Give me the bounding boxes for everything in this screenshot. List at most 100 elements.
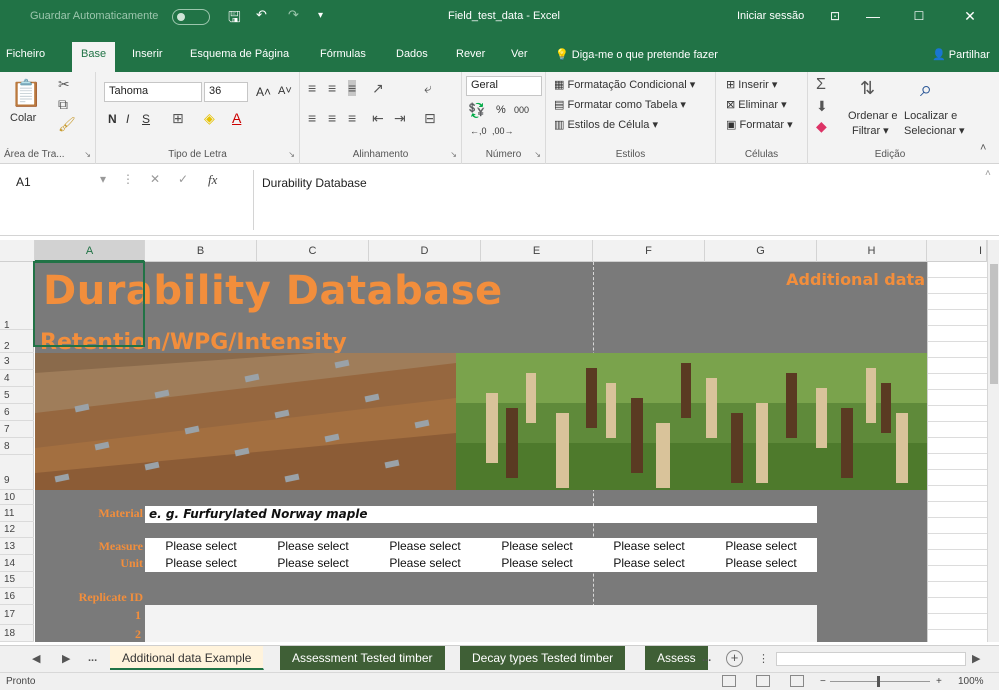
insert-function-icon[interactable]: fx (208, 172, 217, 188)
prev-sheet-icon[interactable]: ◀ (32, 652, 40, 665)
align-right-icon[interactable]: ≡ (348, 110, 356, 126)
column-header-a[interactable]: A (35, 240, 145, 262)
sheet-tab-assess[interactable]: Assess (645, 646, 709, 670)
row-header-6[interactable]: 6 (0, 404, 34, 421)
unit-select-d[interactable]: Please select (369, 556, 481, 570)
sort-filter-button[interactable]: Ordenar e (848, 110, 898, 122)
decrease-decimal-icon[interactable]: ,00→ (492, 126, 514, 136)
increase-indent-icon[interactable]: ⇥ (394, 110, 406, 127)
sheet-tab-assessment-tested-timber[interactable]: Assessment Tested timber (280, 646, 446, 670)
row-header-15[interactable]: 15 (0, 572, 34, 588)
column-header-c[interactable]: C (257, 240, 369, 262)
measure-select-c[interactable]: Please select (257, 539, 369, 553)
zoom-level[interactable]: 100% (958, 676, 984, 687)
unit-select-c[interactable]: Please select (257, 556, 369, 570)
row-header-9[interactable]: 9 (0, 455, 34, 490)
row-header-1[interactable]: 1 (0, 262, 34, 331)
column-header-f[interactable]: F (593, 240, 705, 262)
column-header-b[interactable]: B (145, 240, 257, 262)
row-header-14[interactable]: 14 (0, 555, 34, 572)
row-header-8[interactable]: 8 (0, 438, 34, 455)
undo-icon[interactable]: ↶ (256, 7, 267, 23)
align-top-icon[interactable]: ≡ (308, 80, 316, 96)
number-format-select[interactable]: Geral (466, 76, 542, 96)
row-header-17[interactable]: 17 (0, 605, 34, 625)
measure-select-f[interactable]: Please select (593, 539, 705, 553)
row-header-7[interactable]: 7 (0, 421, 34, 438)
font-size-select[interactable]: 36 (204, 82, 248, 102)
ribbon-display-options-icon[interactable]: ⊡ (820, 6, 850, 26)
horizontal-scrollbar[interactable] (776, 652, 966, 666)
tab-file[interactable]: Ficheiro (6, 48, 45, 60)
copy-icon[interactable]: ⧉ (58, 96, 68, 113)
measure-select-b[interactable]: Please select (145, 539, 257, 553)
enter-icon[interactable]: ✓ (178, 172, 188, 186)
vertical-scroll-thumb[interactable] (990, 264, 998, 384)
unit-select-e[interactable]: Please select (481, 556, 593, 570)
page-break-view-icon[interactable] (790, 675, 804, 687)
autosum-icon[interactable]: Σ (816, 76, 826, 94)
tab-insert[interactable]: Inserir (132, 48, 163, 60)
row-header-5[interactable]: 5 (0, 387, 34, 404)
column-header-h[interactable]: H (817, 240, 927, 262)
select-all-corner[interactable] (0, 240, 35, 262)
row-header-3[interactable]: 3 (0, 353, 34, 370)
percent-icon[interactable]: % (496, 104, 506, 116)
bold-icon[interactable]: N (108, 112, 117, 126)
column-header-i[interactable]: I (927, 240, 987, 262)
merge-center-icon[interactable]: ⊟ (424, 110, 436, 127)
underline-icon[interactable]: S (142, 112, 150, 126)
expand-formula-bar-icon[interactable]: ˄ (985, 168, 991, 179)
conditional-formatting-button[interactable]: ▦ Formatação Condicional ▾ (554, 78, 695, 91)
measure-select-d[interactable]: Please select (369, 539, 481, 553)
fill-icon[interactable]: ⬇ (816, 98, 828, 115)
wrap-text-icon[interactable]: ⤶ (424, 80, 432, 97)
number-launcher-icon[interactable]: ↘ (534, 150, 541, 159)
column-i-cells[interactable] (927, 262, 987, 642)
tab-view[interactable]: Ver (511, 48, 528, 60)
zoom-slider[interactable] (830, 676, 930, 687)
replicate-row-1[interactable] (145, 605, 817, 625)
unit-select-g[interactable]: Please select (705, 556, 817, 570)
orientation-icon[interactable]: ↗ (372, 80, 384, 97)
add-sheet-icon[interactable]: + (726, 650, 743, 667)
sort-filter-icon[interactable]: ⇅ (860, 78, 875, 99)
format-cells-button[interactable]: ▣ Formatar ▾ (726, 118, 793, 131)
tab-home[interactable]: Base (72, 42, 116, 72)
find-select-icon[interactable]: ⌕ (920, 76, 932, 102)
cut-icon[interactable]: ✂ (58, 76, 70, 93)
borders-icon[interactable]: ⊞ (172, 110, 184, 127)
tab-split-handle[interactable]: ⋮ (758, 652, 769, 665)
more-sheets-right-icon[interactable]: ... (702, 652, 711, 664)
increase-decimal-icon[interactable]: ←,0 (470, 126, 487, 136)
comma-style-icon[interactable]: 000 (514, 105, 529, 115)
save-icon[interactable]: 🖫 (228, 7, 241, 32)
sign-in-link[interactable]: Iniciar sessão (737, 10, 804, 22)
row-header-2[interactable]: 2 (0, 330, 34, 353)
column-header-d[interactable]: D (369, 240, 481, 262)
row-header-11[interactable]: 11 (0, 505, 34, 522)
autosave-toggle[interactable] (172, 9, 210, 25)
decrease-indent-icon[interactable]: ⇤ (372, 110, 384, 127)
sheet-tab-decay-types-tested-timber[interactable]: Decay types Tested timber (460, 646, 627, 670)
close-icon[interactable]: ✕ (955, 6, 985, 26)
font-launcher-icon[interactable]: ↘ (288, 150, 295, 159)
durability-sheet-area[interactable]: Durability Database Retention/WPG/Intens… (33, 261, 927, 642)
clipboard-launcher-icon[interactable]: ↘ (84, 150, 91, 159)
decrease-font-icon[interactable]: A˅ (278, 85, 292, 97)
tab-formulas[interactable]: Fórmulas (320, 48, 366, 60)
row-header-12[interactable]: 12 (0, 522, 34, 538)
zoom-slider-knob[interactable] (877, 676, 880, 687)
increase-font-icon[interactable]: A˄ (256, 85, 271, 99)
row-header-10[interactable]: 10 (0, 490, 34, 505)
vertical-scrollbar[interactable] (987, 240, 999, 642)
align-center-icon[interactable]: ≡ (328, 110, 336, 126)
next-sheet-icon[interactable]: ▶ (62, 652, 70, 665)
normal-view-icon[interactable] (722, 675, 736, 687)
align-middle-icon[interactable]: ≡ (328, 80, 336, 96)
redo-icon[interactable]: ↷ (288, 7, 299, 23)
align-left-icon[interactable]: ≡ (308, 110, 316, 126)
cancel-icon[interactable]: ✕ (150, 172, 160, 186)
unit-select-b[interactable]: Please select (145, 556, 257, 570)
clear-icon[interactable]: ◆ (816, 118, 827, 135)
